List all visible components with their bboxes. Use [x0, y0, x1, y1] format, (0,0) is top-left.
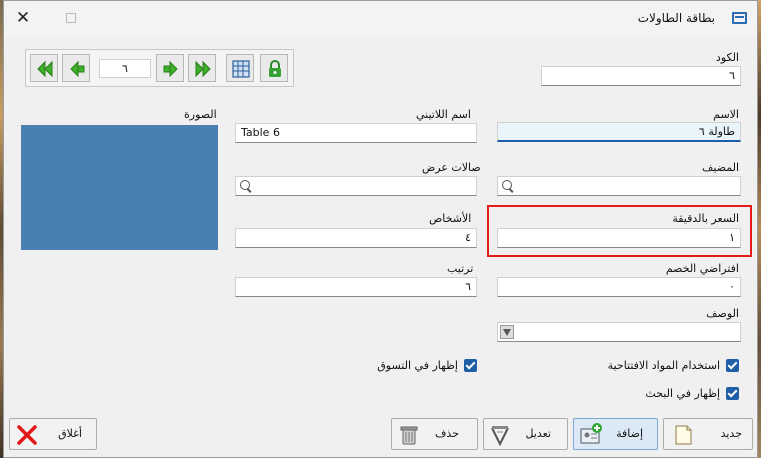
default-discount-label: افتراضي الخصم	[665, 262, 739, 275]
host-field[interactable]	[497, 176, 741, 196]
edit-button-label: تعديل	[525, 427, 551, 440]
description-field[interactable]	[497, 322, 741, 342]
price-per-minute-field[interactable]: ١	[497, 228, 741, 248]
add-button-label: إضافة	[616, 427, 643, 440]
grid-icon	[232, 60, 250, 78]
dropdown-arrow-icon[interactable]	[500, 325, 514, 339]
show-in-search-label: إظهار في البحث	[645, 386, 720, 400]
order-label: ترتيب	[447, 262, 474, 275]
tables-card-window: ✕ بطاقة الطاولات ٦ الكود ٦ الصورة اسم ال…	[3, 0, 758, 458]
new-button[interactable]: جديد	[663, 418, 753, 450]
edit-tools-icon	[491, 426, 509, 447]
next-record-icon	[163, 60, 178, 78]
delete-button-label: حذف	[435, 427, 459, 440]
image-placeholder[interactable]	[21, 125, 218, 250]
use-opening-materials-checkbox[interactable]: استخدام المواد الافتتاحية	[608, 357, 739, 373]
close-icon[interactable]: ✕	[12, 7, 34, 29]
code-field[interactable]: ٦	[541, 66, 741, 86]
image-label: الصورة	[184, 108, 217, 121]
lock-icon	[269, 60, 281, 77]
show-in-shopping-checkbox[interactable]: إظهار في التسوق	[377, 357, 477, 373]
next-record-button[interactable]	[156, 54, 184, 82]
close-button[interactable]: أغلاق	[9, 418, 97, 450]
delete-button[interactable]: حذف	[391, 418, 478, 450]
grid-view-button[interactable]	[226, 54, 254, 82]
latin-name-field[interactable]: Table 6	[235, 123, 477, 143]
latin-name-label: اسم اللاتيني	[416, 108, 471, 121]
first-record-button[interactable]	[30, 54, 58, 82]
first-record-icon	[37, 60, 53, 78]
previous-record-icon	[70, 60, 85, 78]
price-per-minute-label: السعر بالدقيقة	[672, 212, 739, 225]
add-button[interactable]: إضافة	[573, 418, 658, 450]
host-label: المضيف	[701, 161, 739, 174]
trash-icon	[400, 426, 418, 445]
title-bar: ✕ بطاقة الطاولات	[4, 1, 757, 37]
use-opening-materials-label: استخدام المواد الافتتاحية	[607, 358, 720, 372]
close-button-label: أغلاق	[58, 427, 82, 440]
halls-field[interactable]	[235, 176, 477, 196]
show-in-shopping-label: إظهار في التسوق	[377, 358, 458, 372]
edit-button[interactable]: تعديل	[483, 418, 568, 450]
order-field[interactable]: ٦	[235, 277, 477, 297]
checkbox-checked-icon[interactable]	[726, 386, 739, 400]
show-in-search-checkbox[interactable]: إظهار في البحث	[645, 385, 739, 401]
search-icon[interactable]	[238, 178, 254, 194]
close-x-icon	[17, 425, 37, 445]
checkbox-checked-icon[interactable]	[464, 358, 477, 372]
card-icon	[732, 12, 747, 24]
default-discount-field[interactable]: ٠	[497, 277, 741, 297]
checkbox-checked-icon[interactable]	[726, 358, 739, 372]
new-button-label: جديد	[720, 427, 742, 440]
new-document-icon	[675, 425, 692, 445]
previous-record-button[interactable]	[62, 54, 90, 82]
halls-label: صالات عرض	[422, 161, 481, 174]
lock-button[interactable]	[260, 54, 288, 82]
maximize-icon[interactable]	[66, 13, 76, 23]
last-record-button[interactable]	[188, 54, 216, 82]
name-label: الاسم	[713, 108, 739, 121]
last-record-icon	[195, 60, 211, 78]
persons-label: الأشخاص	[429, 212, 472, 225]
window-title: بطاقة الطاولات	[637, 11, 715, 25]
description-label: الوصف	[706, 307, 739, 320]
persons-field[interactable]: ٤	[235, 228, 477, 248]
record-navigation-toolbar: ٦	[25, 49, 294, 87]
search-icon[interactable]	[500, 178, 516, 194]
code-label: الكود	[715, 51, 739, 64]
record-number-field[interactable]: ٦	[99, 59, 151, 78]
add-card-icon	[580, 423, 602, 444]
name-field[interactable]: طاولة ٦	[497, 122, 741, 142]
